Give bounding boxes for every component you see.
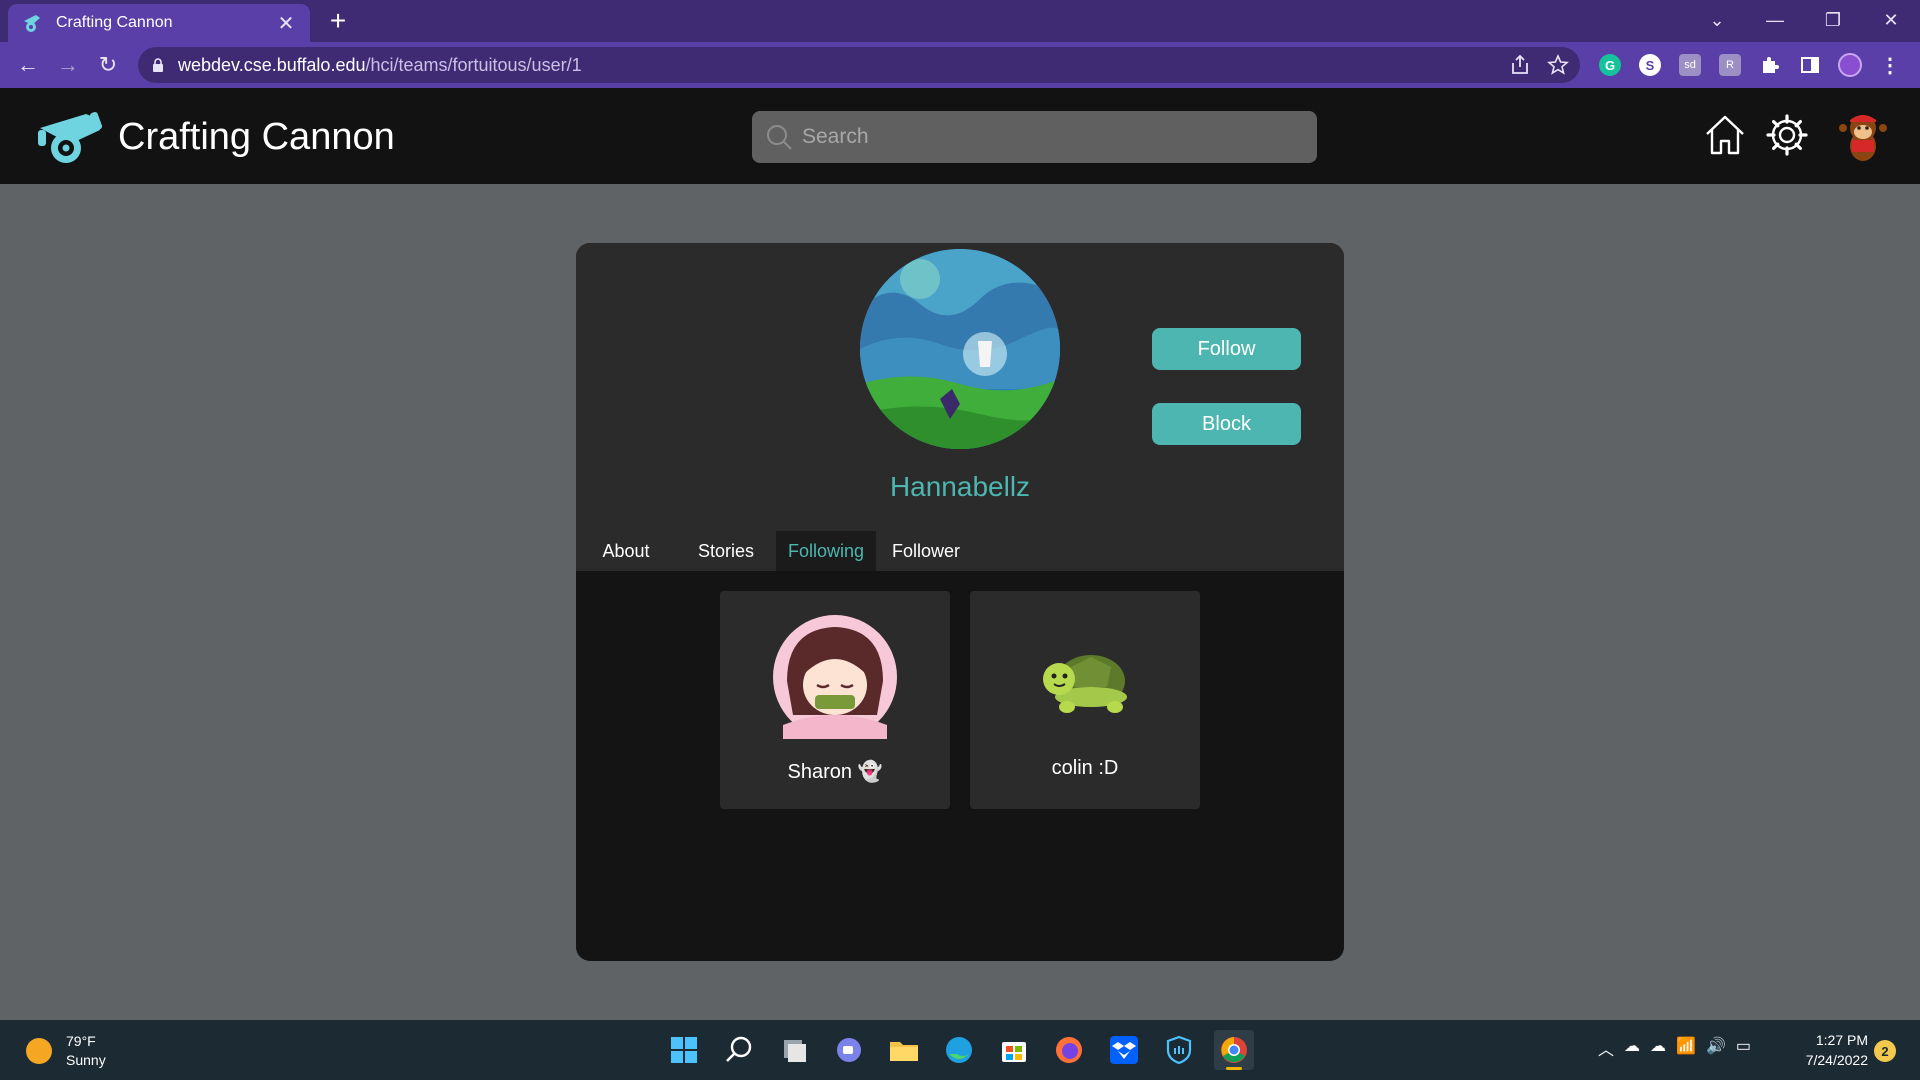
taskbar: 79°F Sunny ︿ ☁ ☁ 📶 🔊 ▭ 1:27 PM 7/24/2022… <box>0 1020 1920 1080</box>
volume-icon[interactable]: 🔊 <box>1706 1036 1726 1060</box>
tray-overflow-chevron-icon[interactable]: ︿ <box>1598 1036 1614 1060</box>
browser-tab[interactable]: Crafting Cannon ✕ <box>8 4 310 42</box>
browser-toolbar: ← → ↻ webdev.cse.buffalo.edu /hci/teams/… <box>0 42 1920 88</box>
minimize-button[interactable]: — <box>1746 10 1804 31</box>
share-icon[interactable] <box>1508 53 1532 77</box>
tab-follower[interactable]: Follower <box>876 531 976 571</box>
tab-following[interactable]: Following <box>776 531 876 571</box>
sd-extension-icon[interactable]: sd <box>1676 51 1704 79</box>
vpn-shield-icon[interactable] <box>1159 1030 1199 1070</box>
wifi-icon[interactable]: 📶 <box>1676 1036 1696 1060</box>
profile-tabs: About Stories Following Follower <box>576 531 976 571</box>
grammarly-extension-icon[interactable]: G <box>1596 51 1624 79</box>
gear-icon[interactable] <box>1764 112 1810 158</box>
onedrive-error-icon[interactable]: ☁ <box>1650 1036 1666 1060</box>
restore-button[interactable]: ❐ <box>1804 10 1862 31</box>
taskbar-clock[interactable]: 1:27 PM 7/24/2022 <box>1792 1030 1868 1070</box>
chrome-menu-icon[interactable]: ⋮ <box>1876 51 1904 79</box>
notification-badge[interactable]: 2 <box>1874 1040 1896 1062</box>
window-controls: ⌄ — ❐ ✕ <box>1688 0 1920 40</box>
windows-start-icon[interactable] <box>664 1030 704 1070</box>
address-bar[interactable]: webdev.cse.buffalo.edu /hci/teams/fortui… <box>138 47 1580 83</box>
bookmark-star-icon[interactable] <box>1546 53 1570 77</box>
profile-picture <box>860 249 1060 449</box>
chrome-taskbar-icon[interactable] <box>1214 1030 1254 1070</box>
url-path: /hci/teams/fortuitous/user/1 <box>365 54 582 75</box>
weather-temperature: 79°F <box>66 1033 96 1049</box>
taskbar-search-icon[interactable] <box>719 1030 759 1070</box>
site-header: Crafting Cannon <box>0 88 1920 184</box>
profile-username: Hannabellz <box>889 471 1031 502</box>
follow-button[interactable]: Follow <box>1152 328 1301 370</box>
sun-icon <box>26 1038 52 1064</box>
close-window-button[interactable]: ✕ <box>1862 10 1920 31</box>
tab-search-icon[interactable]: ⌄ <box>1688 10 1746 31</box>
profile-avatar-icon[interactable] <box>1836 51 1864 79</box>
search-icon <box>767 125 792 150</box>
file-explorer-icon[interactable] <box>884 1030 924 1070</box>
following-name: colin :D <box>1051 757 1119 779</box>
side-panel-icon[interactable] <box>1796 51 1824 79</box>
reload-button[interactable]: ↻ <box>88 45 128 85</box>
search-input[interactable] <box>802 125 1302 149</box>
following-name: Sharon 👻 <box>787 761 883 783</box>
profile-card: Follow Block Hannabellz About Stories Fo… <box>576 243 1344 961</box>
extensions-area: G S sd R ⋮ <box>1596 51 1904 79</box>
taskbar-apps <box>664 1030 1254 1070</box>
following-card-sharon[interactable]: Sharon 👻 <box>720 591 950 809</box>
turtle-avatar <box>1043 655 1127 713</box>
lock-icon <box>153 58 163 72</box>
tab-close-icon[interactable]: ✕ <box>276 11 296 36</box>
task-view-icon[interactable] <box>774 1030 814 1070</box>
s-extension-icon[interactable]: S <box>1636 51 1664 79</box>
edge-browser-icon[interactable] <box>939 1030 979 1070</box>
address-bar-actions <box>1508 53 1570 77</box>
onedrive-icon[interactable]: ☁ <box>1624 1036 1640 1060</box>
microsoft-store-icon[interactable] <box>994 1030 1034 1070</box>
block-button[interactable]: Block <box>1152 403 1301 445</box>
r-extension-icon[interactable]: R <box>1716 51 1744 79</box>
firefox-icon[interactable] <box>1049 1030 1089 1070</box>
battery-icon[interactable]: ▭ <box>1736 1036 1751 1060</box>
teams-chat-icon[interactable] <box>829 1030 869 1070</box>
url-host: webdev.cse.buffalo.edu <box>178 54 366 75</box>
profile-header: Follow Block Hannabellz About Stories Fo… <box>576 243 1344 571</box>
cannon-favicon-icon <box>24 15 40 32</box>
search-bar <box>752 111 1317 163</box>
clock-time: 1:27 PM <box>1815 1032 1868 1048</box>
tab-about[interactable]: About <box>576 531 676 571</box>
site-brand-title[interactable]: Crafting Cannon <box>118 116 395 159</box>
following-card-colin[interactable]: colin :D <box>970 591 1200 809</box>
tab-title: Crafting Cannon <box>56 14 173 31</box>
home-icon[interactable] <box>1702 112 1748 158</box>
clock-date: 7/24/2022 <box>1805 1052 1868 1068</box>
browser-tabstrip: Crafting Cannon ✕ + ⌄ — ❐ ✕ <box>0 0 1920 42</box>
system-tray: ︿ ☁ ☁ 📶 🔊 ▭ <box>1598 1036 1751 1060</box>
sharon-avatar <box>773 615 897 739</box>
weather-widget[interactable]: 79°F Sunny <box>26 1032 106 1070</box>
tab-stories[interactable]: Stories <box>676 531 776 571</box>
puzzle-extensions-icon[interactable] <box>1756 51 1784 79</box>
dropbox-icon[interactable] <box>1104 1030 1144 1070</box>
user-avatar-monkey[interactable] <box>1836 108 1890 164</box>
back-button[interactable]: ← <box>8 45 48 85</box>
weather-condition: Sunny <box>66 1052 106 1068</box>
forward-button[interactable]: → <box>48 45 88 85</box>
cannon-logo-icon[interactable] <box>36 110 108 166</box>
new-tab-button[interactable]: + <box>326 7 350 35</box>
